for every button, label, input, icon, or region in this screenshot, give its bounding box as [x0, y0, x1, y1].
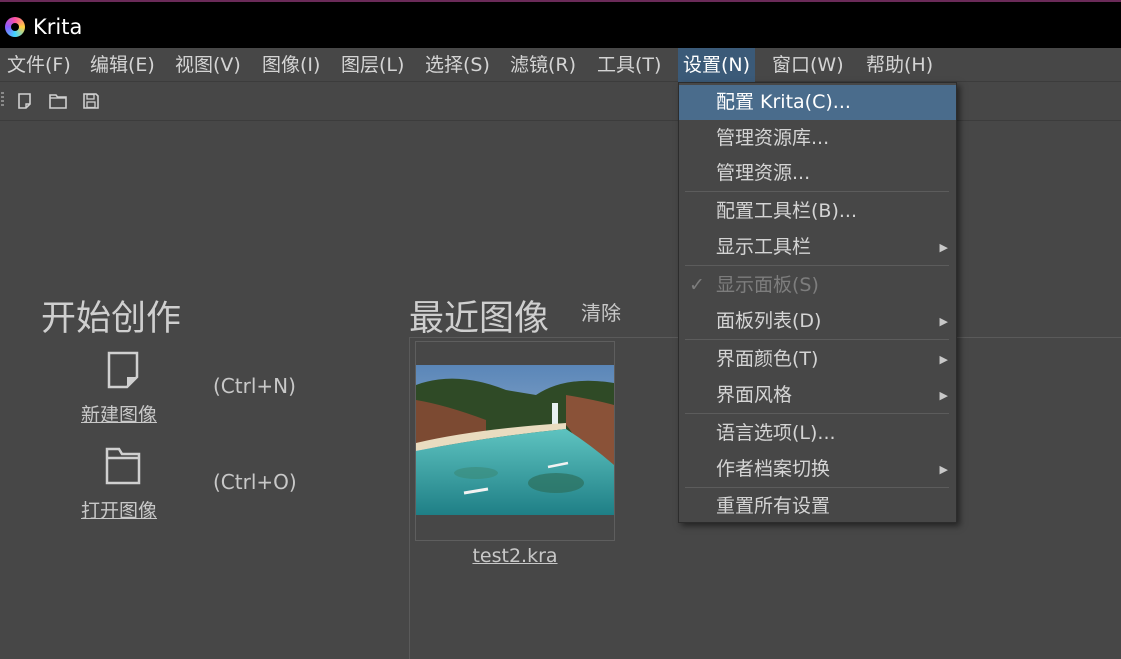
recent-item-thumbnail[interactable]	[416, 365, 614, 515]
menu-help[interactable]: 帮助(H)	[861, 48, 938, 82]
menu-configure-krita[interactable]: 配置 Krita(C)...	[679, 85, 956, 120]
settings-dropdown-menu: 配置 Krita(C)... 管理资源库... 管理资源... 配置工具栏(B)…	[678, 82, 957, 523]
submenu-arrow-icon: ▶	[939, 353, 948, 366]
checkmark-icon: ✓	[689, 274, 705, 296]
new-document-icon[interactable]	[14, 91, 36, 111]
krita-logo-icon	[5, 17, 25, 37]
title-bar: Krita	[0, 0, 1121, 48]
menu-image[interactable]: 图像(I)	[257, 48, 325, 82]
menu-configure-toolbars[interactable]: 配置工具栏(B)...	[679, 194, 956, 229]
menu-separator	[685, 487, 949, 488]
menu-reset-all-settings[interactable]: 重置所有设置	[679, 489, 956, 524]
menu-bar: 文件(F) 编辑(E) 视图(V) 图像(I) 图层(L) 选择(S) 滤镜(R…	[0, 48, 1121, 82]
menu-select[interactable]: 选择(S)	[420, 48, 495, 82]
menu-switch-language[interactable]: 语言选项(L)...	[679, 416, 956, 451]
submenu-arrow-icon: ▶	[939, 241, 948, 254]
menu-show-toolbars[interactable]: 显示工具栏 ▶	[679, 230, 956, 265]
new-image-shortcut: (Ctrl+N)	[213, 374, 296, 398]
menu-filter[interactable]: 滤镜(R)	[505, 48, 581, 82]
menu-active-author-profile[interactable]: 作者档案切换 ▶	[679, 452, 956, 487]
submenu-arrow-icon: ▶	[939, 389, 948, 402]
submenu-arrow-icon: ▶	[939, 463, 948, 476]
menu-manage-resource-libraries[interactable]: 管理资源库...	[679, 121, 956, 156]
recent-title: 最近图像	[409, 299, 550, 339]
window-title: Krita	[33, 15, 83, 39]
menu-separator	[685, 339, 949, 340]
menu-view[interactable]: 视图(V)	[170, 48, 246, 82]
save-icon[interactable]	[80, 91, 102, 111]
submenu-arrow-icon: ▶	[939, 315, 948, 328]
menu-styles[interactable]: 界面风格 ▶	[679, 378, 956, 413]
menu-edit[interactable]: 编辑(E)	[85, 48, 160, 82]
menu-separator	[685, 191, 949, 192]
menu-settings[interactable]: 设置(N)	[678, 48, 756, 82]
toolbar-grip[interactable]	[1, 92, 4, 108]
open-image-shortcut: (Ctrl+O)	[213, 470, 297, 494]
menu-file[interactable]: 文件(F)	[2, 48, 76, 82]
recent-item-name[interactable]: test2.kra	[415, 545, 615, 567]
menu-dockers-list[interactable]: 面板列表(D) ▶	[679, 304, 956, 339]
menu-layer[interactable]: 图层(L)	[336, 48, 409, 82]
open-folder-icon[interactable]	[105, 447, 141, 489]
open-folder-icon[interactable]	[47, 91, 69, 111]
menu-show-dockers[interactable]: ✓ 显示面板(S)	[679, 268, 956, 303]
menu-tools[interactable]: 工具(T)	[592, 48, 666, 82]
menu-separator	[685, 265, 949, 266]
clear-recent-button[interactable]: 清除	[581, 297, 621, 326]
menu-window[interactable]: 窗口(W)	[767, 48, 849, 82]
new-image-link[interactable]: 新建图像	[81, 400, 157, 427]
menu-themes[interactable]: 界面颜色(T) ▶	[679, 342, 956, 377]
new-document-icon[interactable]	[107, 351, 139, 393]
menu-manage-resources[interactable]: 管理资源...	[679, 156, 956, 191]
start-title: 开始创作	[41, 299, 182, 339]
open-image-link[interactable]: 打开图像	[81, 496, 157, 523]
menu-separator	[685, 413, 949, 414]
